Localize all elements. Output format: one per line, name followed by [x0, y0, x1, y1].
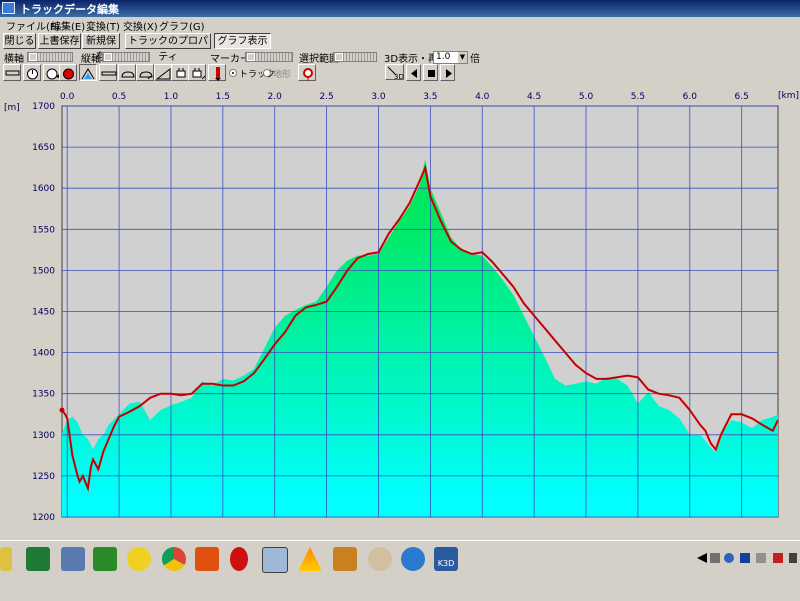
x-tick-label: 6.0 [683, 92, 698, 102]
chrome-icon[interactable] [162, 547, 186, 571]
volume-icon[interactable] [789, 553, 797, 563]
start-icon[interactable] [0, 547, 12, 571]
bar-icon[interactable] [99, 64, 117, 81]
zoom-select[interactable]: 1.0 ▼ [433, 51, 468, 64]
title-bar: トラックデータ編集 [0, 0, 800, 17]
marker-label: マーカー [210, 54, 250, 65]
menu-convert[interactable]: 変換(T) [86, 18, 120, 33]
tray-arrow-icon[interactable] [697, 553, 707, 563]
x-tick-label: 3.5 [423, 92, 437, 102]
menu-edit[interactable]: 編集(E) [51, 18, 85, 33]
graph-view-button[interactable]: グラフ表示 [214, 33, 271, 49]
h-axis-slider[interactable] [27, 52, 73, 62]
y-tick-label: 1400 [32, 349, 55, 359]
menu-graph[interactable]: グラフ(G) [159, 18, 205, 33]
opera-icon[interactable] [230, 547, 248, 571]
x-tick-label: 2.5 [319, 92, 333, 102]
menu-bar: ファイル(F) 編集(E) 変換(T) 交換(X) グラフ(G) [0, 17, 800, 33]
x-tick-label: 2.0 [268, 92, 283, 102]
radio-track[interactable] [229, 69, 237, 77]
x-tick-label: 1.5 [216, 92, 230, 102]
ftp-icon[interactable] [195, 547, 219, 571]
mountain-icon[interactable] [79, 64, 97, 81]
chevron-down-icon[interactable]: ▼ [458, 52, 467, 63]
cloud-arrow-icon[interactable] [136, 64, 154, 81]
v-axis-slider[interactable] [102, 52, 150, 62]
x-tick-label: 0.5 [112, 92, 126, 102]
x-tick-label: 5.5 [631, 92, 645, 102]
menu-exchange[interactable]: 交換(X) [123, 18, 158, 33]
zoom-unit: 倍 [470, 54, 480, 65]
clock-red-icon[interactable] [59, 64, 77, 81]
x-unit-label: [km] [778, 91, 799, 101]
y-tick-label: 1700 [32, 102, 55, 112]
y-tick-label: 1300 [32, 431, 55, 441]
tray-alert-icon[interactable] [773, 553, 783, 563]
selection-slider[interactable] [333, 52, 377, 62]
plug-arrow-icon[interactable] [188, 64, 206, 81]
elevation-chart: [m] [km] 0.0 0.5 1.0 1.5 2.0 2.5 3.0 3.5 4.0 4.5 5… [4, 91, 799, 523]
smiley-app-icon[interactable] [127, 547, 151, 571]
stop-icon[interactable] [423, 64, 438, 81]
tray-grid-icon[interactable] [710, 553, 720, 563]
3d-button[interactable]: 3D [385, 64, 404, 81]
x-tick-label: 3.0 [371, 92, 386, 102]
clock-icon[interactable] [23, 64, 41, 81]
x-tick-label: 4.5 [527, 92, 541, 102]
y-tick-label: 1450 [32, 308, 55, 318]
y-tick-label: 1600 [32, 184, 55, 194]
start-point [59, 407, 65, 413]
taskbar: K3D [0, 540, 800, 601]
notepad-pen-icon[interactable] [262, 547, 288, 573]
x-tick-label: 1.0 [164, 92, 179, 102]
calculator-icon[interactable] [61, 547, 85, 571]
play-icon[interactable] [440, 64, 455, 81]
track-properties-button[interactable]: トラックのプロパティ [125, 33, 211, 63]
v-axis-label: 縦軸 [81, 54, 101, 65]
plug-icon[interactable] [171, 64, 189, 81]
x-tick-label: 4.0 [475, 92, 490, 102]
cloud-icon[interactable] [118, 64, 136, 81]
paint-icon[interactable] [368, 547, 392, 571]
pin-icon[interactable] [208, 64, 226, 81]
h-axis-label: 横軸 [4, 54, 24, 65]
x-tick-label: 5.0 [579, 92, 594, 102]
y-tick-label: 1250 [32, 472, 55, 482]
y-tick-label: 1350 [32, 390, 55, 400]
marker-slider[interactable] [245, 52, 293, 62]
x-tick-label: 0.0 [60, 92, 75, 102]
kanji-app-icon[interactable] [93, 547, 117, 571]
save-new-button[interactable]: 新規保存 [82, 33, 120, 63]
radio-shape-label: 地形 [273, 70, 292, 80]
excel-icon[interactable] [26, 547, 50, 571]
line-icon[interactable] [3, 64, 21, 81]
bluetooth-icon[interactable] [740, 553, 750, 563]
ie-icon[interactable] [401, 547, 425, 571]
zoom-value: 1.0 [436, 52, 451, 62]
close-button[interactable]: 閉じる [3, 33, 36, 49]
radio-shape[interactable] [263, 69, 271, 77]
y-tick-label: 1550 [32, 225, 55, 235]
tray-network-icon[interactable] [724, 553, 734, 563]
3d-button-label: 3D [394, 73, 404, 81]
y-tick-label: 1500 [32, 266, 55, 276]
k3d-label: K3D [437, 559, 455, 568]
rewind-icon[interactable] [406, 64, 421, 81]
vlc-icon[interactable] [298, 547, 322, 571]
marker-pin-icon[interactable] [298, 64, 316, 81]
chest-icon[interactable] [333, 547, 357, 571]
y-tick-label: 1650 [32, 143, 55, 153]
app-icon [2, 2, 15, 14]
k3d-icon[interactable]: K3D [434, 547, 458, 571]
y-unit-label: [m] [4, 103, 20, 113]
window-title: トラックデータ編集 [20, 3, 119, 16]
x-tick-label: 6.5 [735, 92, 749, 102]
y-tick-label: 1200 [32, 513, 55, 523]
overwrite-save-button[interactable]: 上書保存 [38, 33, 81, 49]
tray-device-icon[interactable] [756, 553, 766, 563]
slope-icon[interactable] [154, 64, 172, 81]
